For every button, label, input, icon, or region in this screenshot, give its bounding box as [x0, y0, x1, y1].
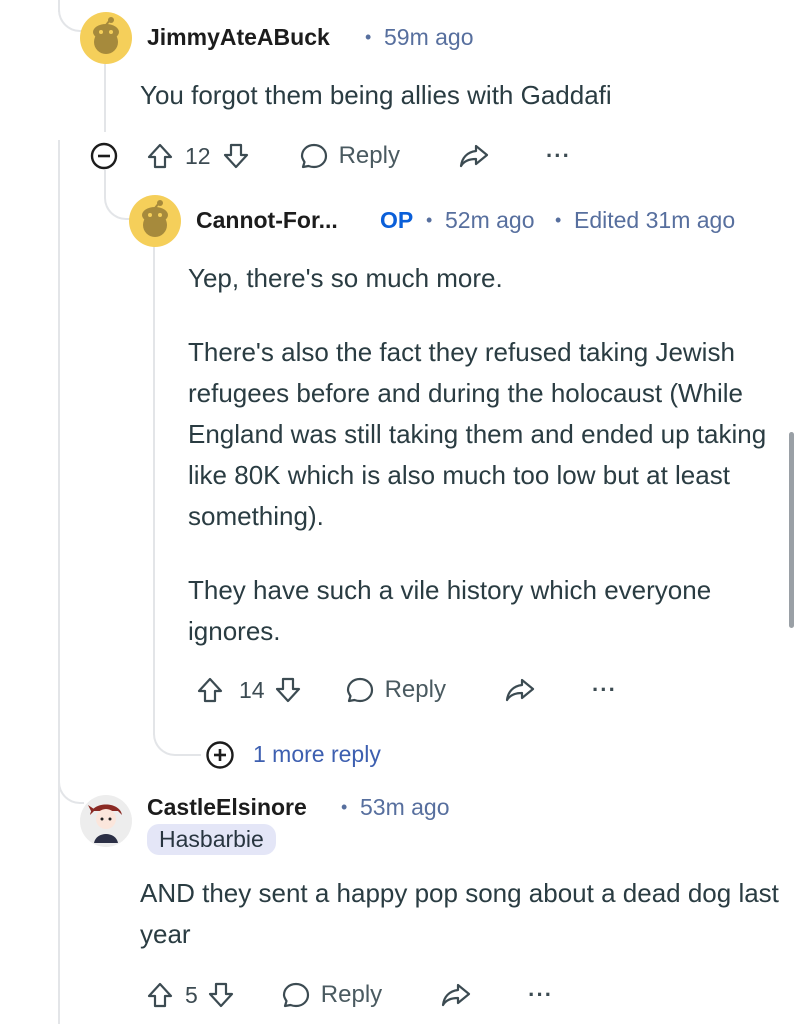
speech-bubble-icon	[282, 982, 309, 1008]
snoo-avatar-icon	[142, 200, 168, 237]
reply-label: Reply	[320, 981, 383, 1008]
collapse-thread-button[interactable]	[90, 142, 118, 175]
vote-count: 5	[185, 981, 198, 1008]
arrow-down-icon	[208, 982, 233, 1008]
minus-circle-icon	[90, 142, 118, 170]
arrow-up-icon	[147, 143, 173, 169]
comment-username[interactable]: JimmyAteABuck	[147, 24, 330, 51]
share-button[interactable]	[458, 141, 490, 171]
scrollbar[interactable]	[789, 432, 794, 628]
separator-dot: •	[341, 797, 348, 817]
ellipsis-icon[interactable]: ···	[528, 982, 553, 1008]
op-badge: OP	[380, 207, 414, 233]
comment-username[interactable]: Cannot-For...	[196, 207, 338, 234]
thread-line-comment2	[153, 245, 155, 735]
share-arrow-icon	[459, 144, 489, 168]
comment-time: 52m ago	[445, 207, 535, 233]
upvote-button[interactable]	[145, 980, 175, 1010]
separator-dot: •	[426, 210, 433, 230]
edited-label: Edited 31m ago	[574, 207, 736, 233]
thread-curve-top	[58, 0, 82, 32]
comment-paragraph: AND they sent a happy pop song about a d…	[140, 878, 779, 949]
reply-button[interactable]: Reply	[299, 141, 400, 171]
snoo-avatar-icon	[93, 17, 119, 54]
more-replies-link[interactable]: 1 more reply	[253, 741, 381, 768]
character-avatar-icon	[80, 795, 132, 847]
downvote-button[interactable]	[206, 980, 236, 1010]
comment-actions: 5 Reply ···	[145, 975, 553, 1015]
comment-body: You forgot them being allies with Gaddaf…	[140, 75, 760, 116]
downvote-button[interactable]	[221, 141, 251, 171]
plus-circle-icon	[206, 741, 234, 769]
expand-replies-button[interactable]	[205, 740, 235, 775]
arrow-up-icon	[147, 982, 173, 1008]
thread-curve-comment3	[58, 780, 84, 804]
separator-dot: •	[555, 210, 562, 230]
avatar[interactable]	[80, 12, 132, 64]
thread-curve-more	[153, 710, 201, 756]
speech-bubble-icon	[300, 143, 327, 169]
comment-paragraph: They have such a vile history which ever…	[188, 575, 712, 646]
downvote-button[interactable]	[273, 675, 303, 705]
comment-paragraph: Yep, there's so much more.	[188, 263, 503, 293]
upvote-button[interactable]	[145, 141, 175, 171]
comment-time: 59m ago	[384, 24, 474, 50]
share-arrow-icon	[505, 678, 535, 702]
comment-paragraph: You forgot them being allies with Gaddaf…	[140, 80, 612, 110]
comment-body: AND they sent a happy pop song about a d…	[140, 873, 780, 955]
vote-count: 12	[185, 142, 211, 169]
thread-curve-reply	[104, 170, 132, 220]
reply-label: Reply	[384, 676, 446, 703]
arrow-down-icon	[223, 143, 248, 169]
thread-line-comment1	[104, 62, 106, 132]
share-arrow-icon	[442, 983, 471, 1007]
comment-username[interactable]: CastleElsinore	[147, 794, 307, 821]
ellipsis-icon[interactable]: ···	[546, 143, 571, 169]
reply-button[interactable]: Reply	[281, 980, 382, 1010]
comment-paragraph: There's also the fact they refused takin…	[188, 337, 767, 531]
avatar[interactable]	[80, 795, 132, 847]
thread-line-main	[58, 140, 60, 1024]
comment-time: 53m ago	[360, 794, 450, 820]
reply-button[interactable]: Reply	[345, 675, 446, 705]
reply-label: Reply	[338, 142, 400, 169]
comment-actions: 14 Reply ···	[195, 670, 617, 710]
comment-body: Yep, there's so much more. There's also …	[188, 258, 778, 652]
upvote-button[interactable]	[195, 675, 225, 705]
user-flair: Hasbarbie	[147, 824, 276, 855]
separator-dot: •	[365, 27, 372, 47]
arrow-down-icon	[275, 677, 300, 703]
share-button[interactable]	[440, 980, 472, 1010]
arrow-up-icon	[197, 677, 223, 703]
comment-actions: 12 Reply ···	[145, 136, 571, 176]
speech-bubble-icon	[346, 677, 373, 703]
ellipsis-icon[interactable]: ···	[592, 677, 617, 703]
vote-count: 14	[239, 676, 265, 703]
avatar[interactable]	[129, 195, 181, 247]
share-button[interactable]	[504, 675, 536, 705]
